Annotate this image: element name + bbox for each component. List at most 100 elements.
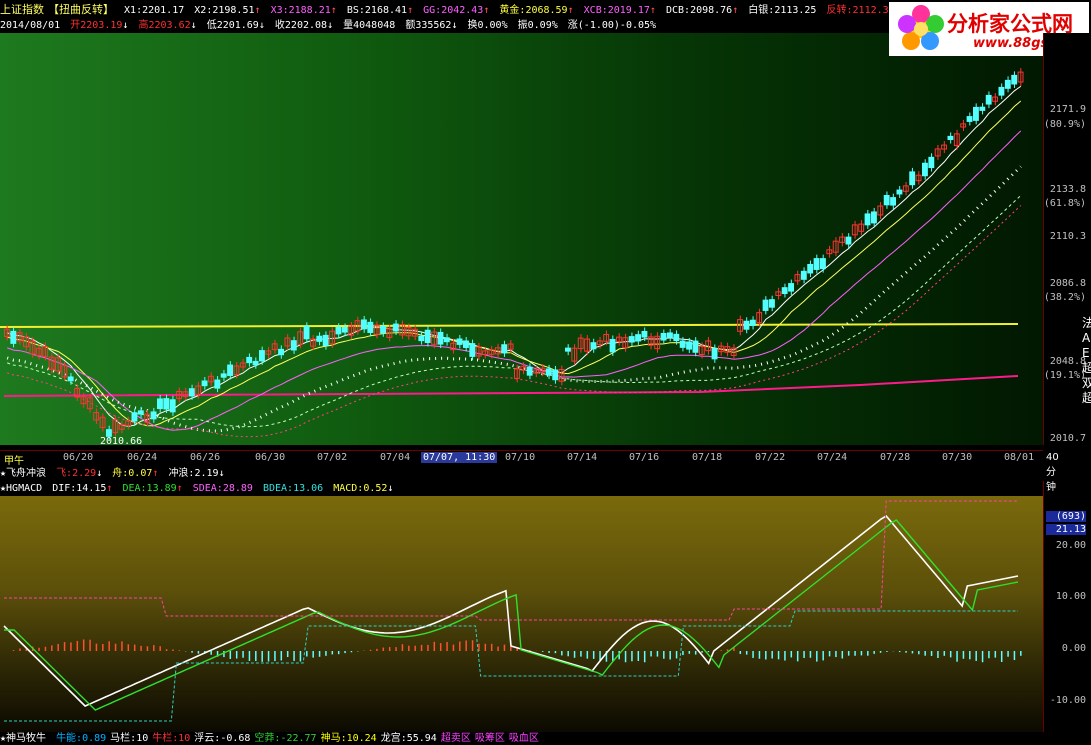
price-axis: 2171.9 (80.9%) 2133.8 (61.8%) 2110.3 208… <box>1043 33 1091 445</box>
candle-body <box>890 197 896 206</box>
reverse-label: 反转: <box>826 5 853 16</box>
price-tick-pct: (19.1%) <box>1043 370 1086 381</box>
chg-value: (-1.00)-0.05% <box>577 20 657 31</box>
down-arrow-icon: ↓ <box>122 20 129 31</box>
down-arrow-icon: ↓ <box>327 20 334 31</box>
bottom-indicator-item: 空莽:-22.77 <box>254 733 317 744</box>
x3-value: 2188.21 <box>288 5 331 16</box>
candle-body <box>922 162 928 177</box>
up-arrow-icon: ↑ <box>330 5 337 16</box>
candle-body <box>188 388 195 397</box>
candle-body <box>985 94 992 105</box>
candle-body <box>335 326 342 335</box>
bdea-line <box>4 610 1018 722</box>
gg-value: 2042.43 <box>441 5 484 16</box>
sdea-line <box>4 500 1018 621</box>
magenta-trend-line <box>3 375 1019 397</box>
up-arrow-icon: ↑ <box>567 5 574 16</box>
up-arrow-icon: ↑ <box>732 5 739 16</box>
candle-body <box>909 171 916 186</box>
candle-body <box>227 364 233 376</box>
side-text-column: 法 A E 超 双 超 <box>1082 316 1091 406</box>
down-arrow-icon: ↓ <box>258 20 265 31</box>
bottom-indicator-item: 吸筹区 <box>474 733 505 744</box>
candle-body <box>67 376 74 382</box>
high-label: 高 <box>138 20 149 31</box>
turnover-label: 换 <box>467 20 478 31</box>
price-tick-pct: (61.8%) <box>1043 198 1086 209</box>
date-label: 06/30 <box>255 452 286 463</box>
gold-value: 2068.59 <box>525 5 568 16</box>
candle-body <box>673 333 680 342</box>
candle-body <box>667 332 673 338</box>
fei-value: 2.29 <box>72 468 97 479</box>
macd-chart[interactable] <box>0 496 1043 732</box>
down-arrow-icon: ↓ <box>451 20 458 31</box>
bottom-indicator-item: 牛能:0.89 <box>56 733 107 744</box>
candle-body <box>928 156 935 169</box>
candle-body <box>845 236 852 245</box>
down-arrow-icon: ↓ <box>96 468 103 479</box>
formula-name[interactable]: 【扭曲反转】 <box>48 3 114 16</box>
close-value: 2202.08 <box>284 20 328 31</box>
zhou-value: 0.07 <box>128 468 153 479</box>
date-label: 07/02 <box>317 452 348 463</box>
up-arrow-icon: ↑ <box>254 5 261 16</box>
kline-chart[interactable]: 2010.66 <box>0 33 1043 447</box>
price-tick: 2110.3 <box>1049 231 1086 242</box>
macd-axis: (693) 21.13 20.00 10.00 0.00 -10.00 <box>1043 481 1091 732</box>
candle-body <box>290 340 297 351</box>
down-arrow-icon: ↓ <box>190 20 197 31</box>
amount-value: 335562 <box>415 20 452 31</box>
macd-tick: 10.00 <box>1055 591 1086 602</box>
price-tick: 2133.8 <box>1049 184 1086 195</box>
indicator-name[interactable]: 飞舟冲浪 <box>6 468 46 479</box>
chonglang-label: 冲浪: <box>168 468 195 479</box>
x3-label: X3: <box>270 5 289 16</box>
candle-body <box>641 330 648 338</box>
price-tick-pct: (38.2%) <box>1043 292 1086 303</box>
candle-body <box>743 320 750 330</box>
candle-body <box>501 344 508 354</box>
indicator-name[interactable]: HGMACD <box>6 483 42 494</box>
date-label: 07/04 <box>380 452 411 463</box>
indicator-name[interactable]: 神马牧牛 <box>6 733 46 744</box>
date-label: 06/20 <box>63 452 94 463</box>
silver-value: 2113.25 <box>774 5 817 16</box>
price-tick: 2086.8 <box>1049 278 1086 289</box>
candle-body <box>883 195 890 206</box>
side-char: 法 <box>1082 316 1091 330</box>
candle-body <box>380 325 386 334</box>
xcb-value: 2019.17 <box>607 5 650 16</box>
cursor-date-label[interactable]: 07/07, 11:30 <box>421 452 498 463</box>
candle-body <box>392 323 399 332</box>
date-label: 07/14 <box>567 452 598 463</box>
macd-value: 0.52 <box>363 483 388 494</box>
candle-body <box>711 347 718 360</box>
candle-body <box>1011 74 1018 85</box>
date-axis: 甲午 06/20 06/24 06/26 06/30 07/02 07/04 0… <box>0 450 1059 493</box>
candle-body <box>1004 79 1011 89</box>
candle-body <box>367 321 374 333</box>
price-tick-pct: (80.9%) <box>1043 119 1086 130</box>
low-value: 2201.69 <box>216 20 259 31</box>
index-name[interactable]: 上证指数 <box>0 3 44 16</box>
gg-label: GG: <box>423 5 442 16</box>
indicator-shenma-row: ★神马牧牛 牛能:0.89 马栏:10 牛栏:10 浮云:-0.68 空莽:-22.77… <box>0 732 1091 745</box>
chg-label: 涨 <box>567 20 578 31</box>
candle-body <box>973 106 979 121</box>
candle-body <box>635 334 641 342</box>
x1-label: X1: <box>124 5 143 16</box>
candle-body <box>545 368 552 376</box>
candle-body <box>316 335 323 342</box>
side-char: E <box>1082 346 1090 360</box>
date-label: 07/22 <box>755 452 786 463</box>
candle-body <box>163 398 170 410</box>
candle-body <box>220 373 227 378</box>
side-char: A <box>1082 331 1091 345</box>
gold-label: 黄金: <box>499 5 526 16</box>
date-label: 07/16 <box>629 452 660 463</box>
indicator-hgmacd-row: ★HGMACD DIF:14.15↑ DEA:13.89↑ SDEA:28.89… <box>0 481 397 496</box>
candle-body <box>998 86 1005 96</box>
candle-body <box>424 329 431 343</box>
